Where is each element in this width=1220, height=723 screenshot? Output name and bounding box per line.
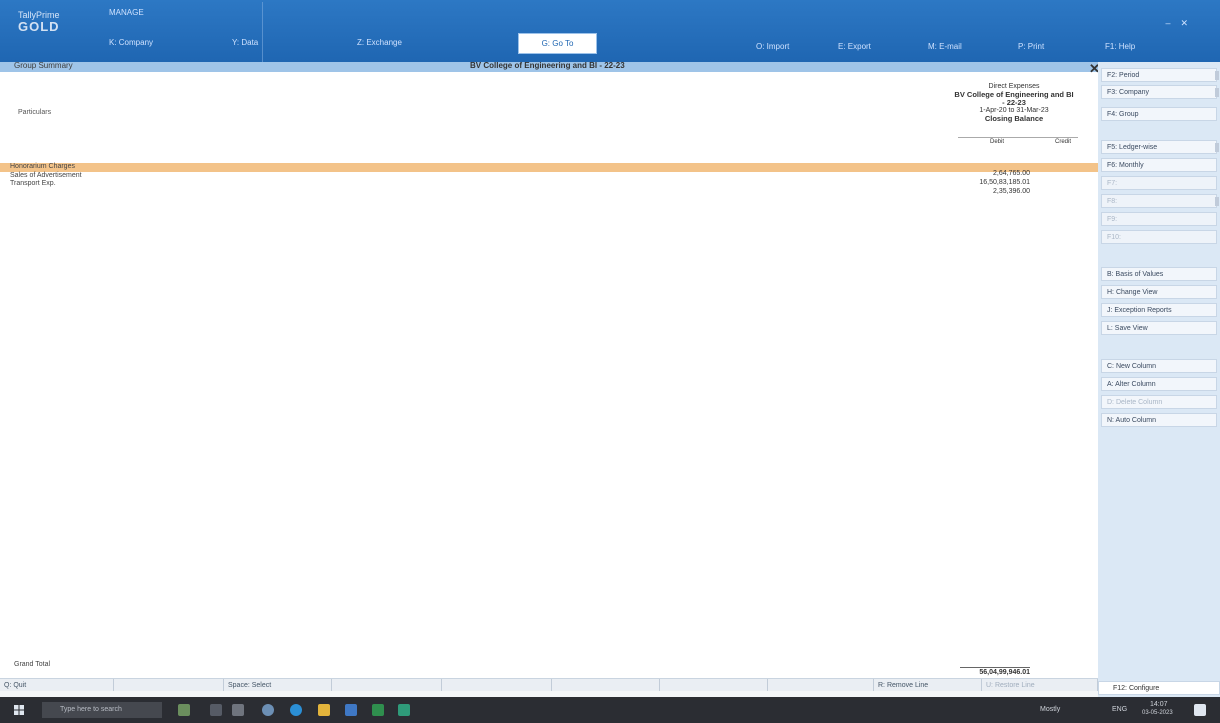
company-button[interactable]: F3: Company: [1101, 85, 1219, 99]
file-explorer-icon[interactable]: [318, 704, 330, 716]
windows-taskbar: Type here to search Mostly ENG 14:07 03-…: [0, 697, 1220, 723]
ledger-row-label[interactable]: Transport Exp.: [10, 180, 56, 187]
weather-text[interactable]: Mostly: [1040, 706, 1060, 713]
configure-button[interactable]: F12: Configure: [1098, 681, 1220, 695]
bottom-button-bar: Q: Quit Space: Select R: Remove Line U: …: [0, 678, 1098, 692]
column-header: Direct Expenses BV College of Engineerin…: [948, 83, 1080, 123]
widgets-icon[interactable]: [178, 704, 190, 716]
data-menu[interactable]: Y: Data: [232, 38, 258, 47]
expand-arrow-icon: [1215, 143, 1219, 152]
manage-label: MANAGE: [109, 8, 144, 17]
new-column-button[interactable]: C: New Column: [1101, 359, 1217, 373]
group-button[interactable]: F4: Group: [1101, 107, 1217, 121]
top-menu-bar: TallyPrime GOLD MANAGE K: Company Y: Dat…: [0, 0, 1220, 62]
change-view-button[interactable]: H: Change View: [1101, 285, 1217, 299]
save-view-button[interactable]: L: Save View: [1101, 321, 1217, 335]
monthly-button[interactable]: F6: Monthly: [1101, 158, 1217, 172]
f8-label: F8:: [1107, 198, 1118, 205]
edge-icon[interactable]: [290, 704, 302, 716]
f9-button[interactable]: F9:: [1101, 212, 1217, 226]
app-icon[interactable]: [398, 704, 410, 716]
f8-button[interactable]: F8:: [1101, 194, 1219, 208]
ledger-row-value: 16,50,83,185.01: [979, 179, 1030, 186]
company-title: BV College of Engineering and BI - 22-23: [470, 61, 625, 70]
browser-icon[interactable]: [262, 704, 274, 716]
import-menu[interactable]: O: Import: [756, 42, 789, 51]
print-menu[interactable]: P: Print: [1018, 42, 1044, 51]
report-title-bar: Group Summary BV College of Engineering …: [0, 61, 1098, 72]
company-menu[interactable]: K: Company: [109, 38, 153, 47]
logo-name: GOLD: [18, 19, 60, 34]
task-view-icon[interactable]: [210, 704, 222, 716]
ledgerwise-button[interactable]: F5: Ledger-wise: [1101, 140, 1219, 154]
notification-icon[interactable]: [1194, 704, 1206, 716]
debit-label: Debit: [990, 139, 1005, 145]
taskbar-search-input[interactable]: Type here to search: [42, 702, 162, 718]
basis-of-values-button[interactable]: B: Basis of Values: [1101, 267, 1217, 281]
selected-row-highlight[interactable]: [0, 163, 1098, 172]
exchange-menu[interactable]: Z: Exchange: [357, 38, 402, 47]
ledger-row-value: 2,64,765.00: [993, 170, 1030, 177]
ledgerwise-label: F5: Ledger-wise: [1107, 144, 1158, 151]
home-icon[interactable]: [232, 704, 244, 716]
window-controls-icon[interactable]: – ✕: [1165, 18, 1188, 29]
company-label: F3: Company: [1107, 89, 1150, 96]
period-label: F2: Period: [1107, 72, 1140, 79]
export-menu[interactable]: E: Export: [838, 42, 871, 51]
excel-icon[interactable]: [372, 704, 384, 716]
exception-reports-button[interactable]: J: Exception Reports: [1101, 303, 1217, 317]
ledger-row-label[interactable]: Sales of Advertisement: [10, 172, 82, 179]
language-indicator[interactable]: ENG: [1112, 706, 1127, 713]
clock-time[interactable]: 14:07: [1150, 701, 1168, 708]
store-icon[interactable]: [345, 704, 357, 716]
auto-column-button[interactable]: N: Auto Column: [1101, 413, 1217, 427]
clock-date[interactable]: 03-05-2023: [1142, 710, 1173, 716]
grand-total-label: Grand Total: [14, 661, 51, 668]
help-menu[interactable]: F1: Help: [1105, 42, 1135, 51]
delete-column-button[interactable]: D: Delete Column: [1101, 395, 1217, 409]
particulars-header: Particulars: [18, 109, 52, 116]
menu-divider: [262, 2, 263, 62]
f7-button[interactable]: F7:: [1101, 176, 1217, 190]
app-logo: TallyPrime GOLD: [18, 10, 60, 34]
alter-column-button[interactable]: A: Alter Column: [1101, 377, 1217, 391]
goto-button[interactable]: G: Go To: [518, 33, 597, 54]
total-divider: [960, 667, 1030, 668]
window-title: Group Summary: [14, 61, 73, 70]
right-button-panel: F2: Period F3: Company F4: Group F5: Led…: [1098, 62, 1220, 697]
ledger-row-label[interactable]: Honorarium Charges: [10, 163, 75, 170]
period-button[interactable]: F2: Period: [1101, 68, 1219, 82]
credit-label: Credit: [1055, 139, 1072, 145]
column-company-suffix: - 22-23: [1002, 98, 1026, 107]
f10-button[interactable]: F10:: [1101, 230, 1217, 244]
windows-start-icon[interactable]: [14, 705, 24, 715]
header-divider: [958, 137, 1078, 138]
expand-arrow-icon: [1215, 88, 1219, 97]
column-closing-balance: Closing Balance: [984, 114, 1044, 123]
email-menu[interactable]: M: E-mail: [928, 42, 962, 51]
grand-total-value: 56,04,99,946.01: [979, 669, 1030, 676]
ledger-row-value: 2,35,396.00: [993, 188, 1030, 195]
expand-arrow-icon: [1215, 71, 1219, 80]
expand-arrow-icon: [1215, 197, 1219, 206]
